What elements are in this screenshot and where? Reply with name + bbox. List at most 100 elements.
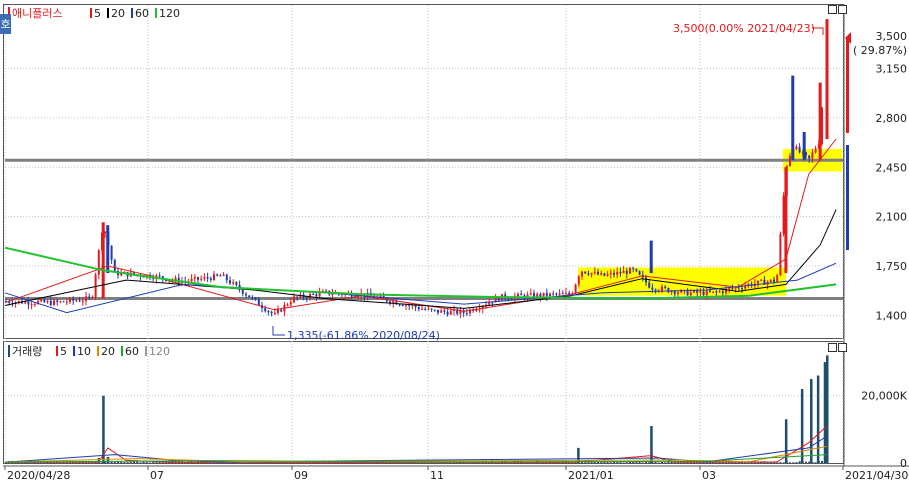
candle-body xyxy=(280,309,283,312)
volume-bar xyxy=(136,461,139,463)
latest-candle-up-bar xyxy=(846,38,849,133)
candle-body xyxy=(437,309,439,313)
candle-body xyxy=(200,278,203,280)
volume-bar xyxy=(661,461,663,463)
volume-bar xyxy=(664,462,667,463)
legend-label: 20 xyxy=(111,7,125,20)
legend-marker xyxy=(8,345,10,357)
volume-bar xyxy=(789,462,791,463)
volume-bar xyxy=(816,375,820,463)
current-change-label: ( 29.87%) xyxy=(853,44,907,57)
candle-body xyxy=(72,298,75,301)
candle-body xyxy=(424,308,427,310)
candle-body xyxy=(677,292,679,294)
candle-body xyxy=(542,292,545,297)
candle-body xyxy=(632,268,635,270)
candle-body xyxy=(603,273,606,276)
candle-body xyxy=(651,287,654,290)
side-tab-label: 호 xyxy=(0,18,10,31)
candle-body xyxy=(43,299,46,303)
legend-label: 5 xyxy=(94,7,101,20)
candle-body xyxy=(27,301,30,305)
candle-body xyxy=(488,302,491,305)
candle-body xyxy=(619,271,622,274)
candle-body xyxy=(673,291,676,294)
candle-body xyxy=(587,273,590,275)
price-tick-label: 2,800 xyxy=(876,112,908,125)
volume-bar xyxy=(106,456,110,463)
candle-body xyxy=(417,307,420,310)
candle-body xyxy=(232,282,235,284)
legend-label: 20 xyxy=(101,345,115,358)
candle-body xyxy=(699,291,702,293)
candle-body xyxy=(728,288,731,290)
candle-body xyxy=(30,304,33,306)
candle-body xyxy=(203,277,206,279)
volume-title: 거래량 xyxy=(12,345,42,358)
volume-bar xyxy=(152,462,155,463)
candle-body xyxy=(289,302,292,305)
volume-tick-label: 20,000K xyxy=(861,390,907,403)
candle-body xyxy=(616,271,619,275)
candle-body xyxy=(520,293,523,296)
candle-body xyxy=(427,308,430,310)
candle-body xyxy=(225,274,228,281)
volume-bar xyxy=(129,461,132,463)
volume-bar xyxy=(823,362,827,463)
volume-bar xyxy=(657,462,660,463)
current-price-label: 3,500 xyxy=(876,30,908,43)
candle-body xyxy=(507,298,510,300)
candle-body xyxy=(689,292,692,296)
candle-body xyxy=(113,259,116,271)
candle-body xyxy=(248,295,251,298)
price-panel-close-button[interactable] xyxy=(838,5,847,14)
candle-body xyxy=(235,282,238,285)
candle-body xyxy=(645,277,647,283)
legend-swatch xyxy=(107,8,109,18)
legend-label: 120 xyxy=(159,7,180,20)
candle-body xyxy=(257,298,260,306)
volume-bar xyxy=(149,462,151,463)
legend-swatch xyxy=(56,346,58,356)
candle-body xyxy=(85,296,87,301)
candle-body xyxy=(597,271,599,275)
candle-body xyxy=(193,277,196,279)
candle-body xyxy=(293,296,295,303)
candle-body xyxy=(649,240,653,274)
date-tick-label: 09 xyxy=(294,469,308,481)
price-tick-label: 2,450 xyxy=(876,161,908,174)
volume-bar xyxy=(622,462,625,463)
date-axis-ticks: 2020/04/28 07 09 11 2021/01 03 2021/04/30 xyxy=(4,466,908,481)
candle-body xyxy=(312,294,315,296)
candle-body xyxy=(590,272,593,275)
candle-body xyxy=(818,82,822,161)
candle-body xyxy=(97,250,100,275)
date-tick-label: 2021/04/30 xyxy=(845,469,908,481)
candle-body xyxy=(49,300,52,305)
candle-body xyxy=(465,313,468,315)
date-tick-label: 2021/01 xyxy=(568,469,614,481)
stock-chart: 1,4001,7502,1002,4502,8003,150 020,000K … xyxy=(0,4,909,481)
candle-body xyxy=(190,278,193,282)
legend-swatch xyxy=(145,346,147,356)
candle-body xyxy=(741,288,743,290)
candle-body xyxy=(811,152,814,159)
candle-body xyxy=(565,292,567,294)
volume-bar xyxy=(648,462,651,463)
candle-body xyxy=(94,274,97,297)
candle-body xyxy=(779,233,782,276)
price-panel-maximize-button[interactable] xyxy=(828,5,837,14)
volume-panel-frame xyxy=(3,341,844,464)
volume-panel-close-button[interactable] xyxy=(838,343,847,352)
candle-body xyxy=(629,268,631,274)
legend-swatch xyxy=(131,8,133,18)
volume-panel-maximize-button[interactable] xyxy=(828,343,837,352)
candle-body xyxy=(254,297,257,299)
candle-body xyxy=(245,293,247,296)
candle-body xyxy=(760,279,763,281)
candle-body xyxy=(769,279,772,282)
volume-bar xyxy=(654,462,657,463)
candle-body xyxy=(315,294,318,297)
candle-body xyxy=(267,311,270,313)
price-tick-label: 1,750 xyxy=(876,260,908,273)
